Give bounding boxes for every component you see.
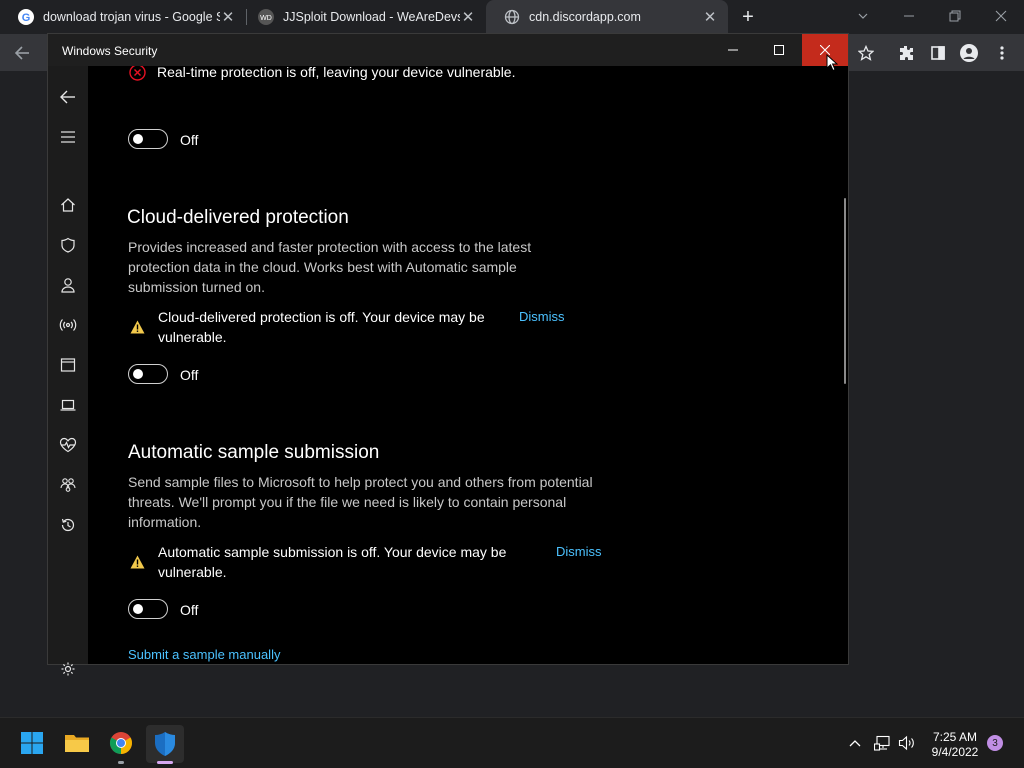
defender-shield-icon (155, 732, 175, 756)
close-tab-icon[interactable]: ✕ (702, 9, 718, 26)
toggle-knob (133, 134, 143, 144)
device-health-heart-icon[interactable] (56, 433, 80, 457)
tab-discord-cdn[interactable]: cdn.discordapp.com ✕ (486, 0, 728, 34)
firewall-network-icon[interactable] (56, 313, 80, 337)
protection-history-icon[interactable] (56, 513, 80, 537)
new-tab-button[interactable]: + (736, 5, 760, 29)
show-hidden-icons-chevron-up-icon[interactable] (845, 733, 865, 753)
back-arrow-icon[interactable] (56, 85, 80, 109)
window-title-bar[interactable]: Windows Security (48, 34, 848, 66)
sample-submission-warning: Automatic sample submission is off. Your… (158, 544, 507, 580)
clock-date: 9/4/2022 (931, 745, 979, 759)
back-arrow-icon[interactable] (9, 40, 35, 66)
system-clock[interactable]: 7:25 AM 9/4/2022 (920, 730, 990, 760)
sample-submission-description: Send sample files to Microsoft to help p… (128, 474, 593, 530)
minimize-icon[interactable] (710, 34, 756, 66)
close-window-button[interactable] (802, 34, 848, 66)
minimize-icon[interactable] (886, 0, 932, 32)
virus-protection-settings-page: Real-time protection is off, leaving you… (88, 66, 848, 664)
extensions-icon[interactable] (893, 40, 919, 66)
tab-search-icon[interactable] (840, 0, 886, 32)
chrome-icon[interactable] (106, 728, 136, 758)
navigation-rail (48, 66, 88, 676)
tab-jjsploit[interactable]: WD JJSploit Download - WeAreDevs ✕ (240, 0, 486, 34)
tab-title: download trojan virus - Google S (43, 10, 220, 24)
clock-time: 7:25 AM (932, 730, 978, 744)
cloud-protection-heading: Cloud-delivered protection (127, 207, 349, 228)
sample-dismiss-link[interactable]: Dismiss (556, 544, 602, 559)
tab-title: cdn.discordapp.com (529, 10, 641, 24)
svg-text:G: G (22, 12, 31, 24)
error-circle-icon (128, 66, 146, 81)
window-title: Windows Security (62, 44, 158, 58)
mouse-cursor-icon (826, 54, 838, 72)
family-options-icon[interactable] (56, 473, 80, 497)
realtime-toggle-label: Off (180, 132, 199, 148)
close-tab-icon[interactable]: ✕ (460, 9, 476, 26)
google-icon: G (18, 9, 34, 25)
volume-icon[interactable] (897, 733, 917, 753)
windows-start-icon[interactable] (17, 728, 47, 758)
warning-icon (129, 554, 145, 570)
wearedevs-icon: WD (258, 9, 274, 25)
restore-icon[interactable] (932, 0, 978, 32)
realtime-protection-toggle[interactable] (128, 129, 168, 149)
active-window-indicator (157, 761, 173, 764)
settings-gear-icon[interactable] (56, 657, 80, 681)
submit-sample-manually-link[interactable]: Submit a sample manually (128, 647, 280, 662)
bookmark-star-icon[interactable] (853, 40, 879, 66)
file-explorer-icon[interactable] (62, 728, 92, 758)
windows-security-window: Windows Security Real-time protection is… (47, 33, 849, 676)
sample-submission-toggle[interactable] (128, 599, 168, 619)
notification-count-badge[interactable]: 3 (987, 735, 1003, 751)
windows-security-taskbar-button[interactable] (146, 725, 184, 763)
home-icon[interactable] (56, 193, 80, 217)
profile-avatar-icon[interactable] (956, 40, 982, 66)
shield-icon[interactable] (56, 233, 80, 257)
cloud-protection-description: Provides increased and faster protection… (128, 239, 532, 295)
windows-taskbar: 7:25 AM 9/4/2022 (0, 717, 1024, 768)
tab-google-search[interactable]: G download trojan virus - Google S ✕ (0, 0, 246, 34)
app-browser-control-icon[interactable] (56, 353, 80, 377)
more-menu-icon[interactable] (989, 40, 1015, 66)
toggle-knob (133, 369, 143, 379)
globe-icon (504, 9, 520, 25)
device-security-icon[interactable] (56, 393, 80, 417)
tab-title: JJSploit Download - WeAreDevs (283, 10, 460, 24)
sample-toggle-label: Off (180, 602, 199, 618)
network-icon[interactable] (873, 733, 893, 753)
account-person-icon[interactable] (56, 273, 80, 297)
toggle-knob (133, 604, 143, 614)
cloud-toggle-label: Off (180, 367, 199, 383)
chrome-running-indicator (118, 761, 124, 764)
side-panel-icon[interactable] (925, 40, 951, 66)
hamburger-menu-icon[interactable] (56, 125, 80, 149)
cloud-protection-warning: Cloud-delivered protection is off. Your … (158, 309, 485, 345)
close-browser-icon[interactable] (978, 0, 1024, 32)
svg-text:WD: WD (260, 15, 272, 22)
browser-tab-strip: G download trojan virus - Google S ✕ WD … (0, 0, 1024, 34)
cloud-protection-toggle[interactable] (128, 364, 168, 384)
close-tab-icon[interactable]: ✕ (220, 9, 236, 26)
warning-icon (129, 319, 145, 335)
cloud-dismiss-link[interactable]: Dismiss (519, 309, 565, 324)
sample-submission-heading: Automatic sample submission (128, 442, 380, 463)
scrollbar-thumb[interactable] (844, 198, 846, 384)
realtime-status-text: Real-time protection is off, leaving you… (157, 66, 516, 80)
maximize-icon[interactable] (756, 34, 802, 66)
